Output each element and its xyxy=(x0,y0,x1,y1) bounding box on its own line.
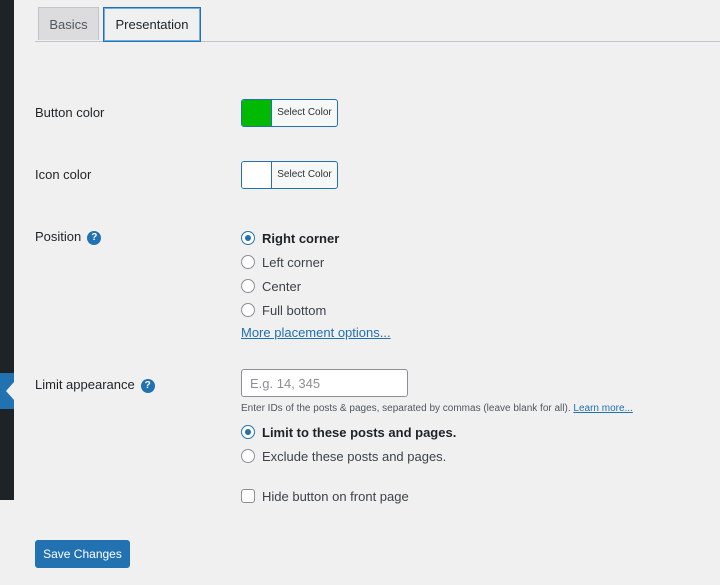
limit-mode-option-label: Limit to these posts and pages. xyxy=(262,425,457,440)
radio-checked-icon[interactable] xyxy=(241,425,255,439)
button-color-swatch xyxy=(242,100,272,126)
limit-mode-option-limit[interactable]: Limit to these posts and pages. xyxy=(241,425,456,443)
position-option-label: Right corner xyxy=(262,231,340,246)
learn-more-link[interactable]: Learn more... xyxy=(573,403,632,414)
position-label: Position? xyxy=(35,229,102,245)
limit-mode-option-label: Exclude these posts and pages. xyxy=(262,449,447,464)
radio-icon[interactable] xyxy=(241,303,255,317)
limit-appearance-label: Limit appearance? xyxy=(35,377,155,393)
position-label-text: Position xyxy=(35,229,82,244)
position-option-left-corner[interactable]: Left corner xyxy=(241,255,324,273)
help-icon[interactable]: ? xyxy=(140,379,155,393)
save-changes-button[interactable]: Save Changes xyxy=(35,540,130,568)
radio-icon[interactable] xyxy=(241,255,255,269)
checkbox-icon[interactable] xyxy=(241,489,255,503)
radio-icon[interactable] xyxy=(241,279,255,293)
limit-mode-option-exclude[interactable]: Exclude these posts and pages. xyxy=(241,449,446,467)
tab-presentation[interactable]: Presentation xyxy=(103,7,201,42)
limit-appearance-label-text: Limit appearance xyxy=(35,377,135,392)
more-placement-options-link[interactable]: More placement options... xyxy=(241,325,391,340)
position-option-label: Full bottom xyxy=(262,303,327,318)
hide-front-page-option[interactable]: Hide button on front page xyxy=(241,489,409,504)
position-option-label: Left corner xyxy=(262,255,325,270)
admin-sidebar-edge xyxy=(0,0,14,500)
icon-color-picker[interactable]: Select Color xyxy=(241,161,338,189)
icon-color-label: Icon color xyxy=(35,167,92,182)
sidebar-current-arrow-icon xyxy=(6,382,14,400)
icon-color-swatch xyxy=(242,162,272,188)
button-color-label: Button color xyxy=(35,105,105,120)
tab-basics[interactable]: Basics xyxy=(38,7,99,40)
radio-icon[interactable] xyxy=(241,449,255,463)
limit-appearance-ids-input[interactable] xyxy=(241,369,408,397)
icon-color-select-label: Select Color xyxy=(277,169,332,180)
position-option-right-corner[interactable]: Right corner xyxy=(241,231,339,249)
limit-appearance-description: Enter IDs of the posts & pages, separate… xyxy=(241,403,633,414)
position-option-center[interactable]: Center xyxy=(241,279,301,297)
button-color-select-label: Select Color xyxy=(277,107,332,118)
help-icon[interactable]: ? xyxy=(87,231,102,245)
radio-checked-icon[interactable] xyxy=(241,231,255,245)
position-option-label: Center xyxy=(262,279,302,294)
settings-tabs: Basics Presentation xyxy=(35,7,720,42)
position-option-full-bottom[interactable]: Full bottom xyxy=(241,303,326,321)
limit-appearance-description-text: Enter IDs of the posts & pages, separate… xyxy=(241,403,571,414)
button-color-picker[interactable]: Select Color xyxy=(241,99,338,127)
hide-front-page-label: Hide button on front page xyxy=(262,489,409,504)
